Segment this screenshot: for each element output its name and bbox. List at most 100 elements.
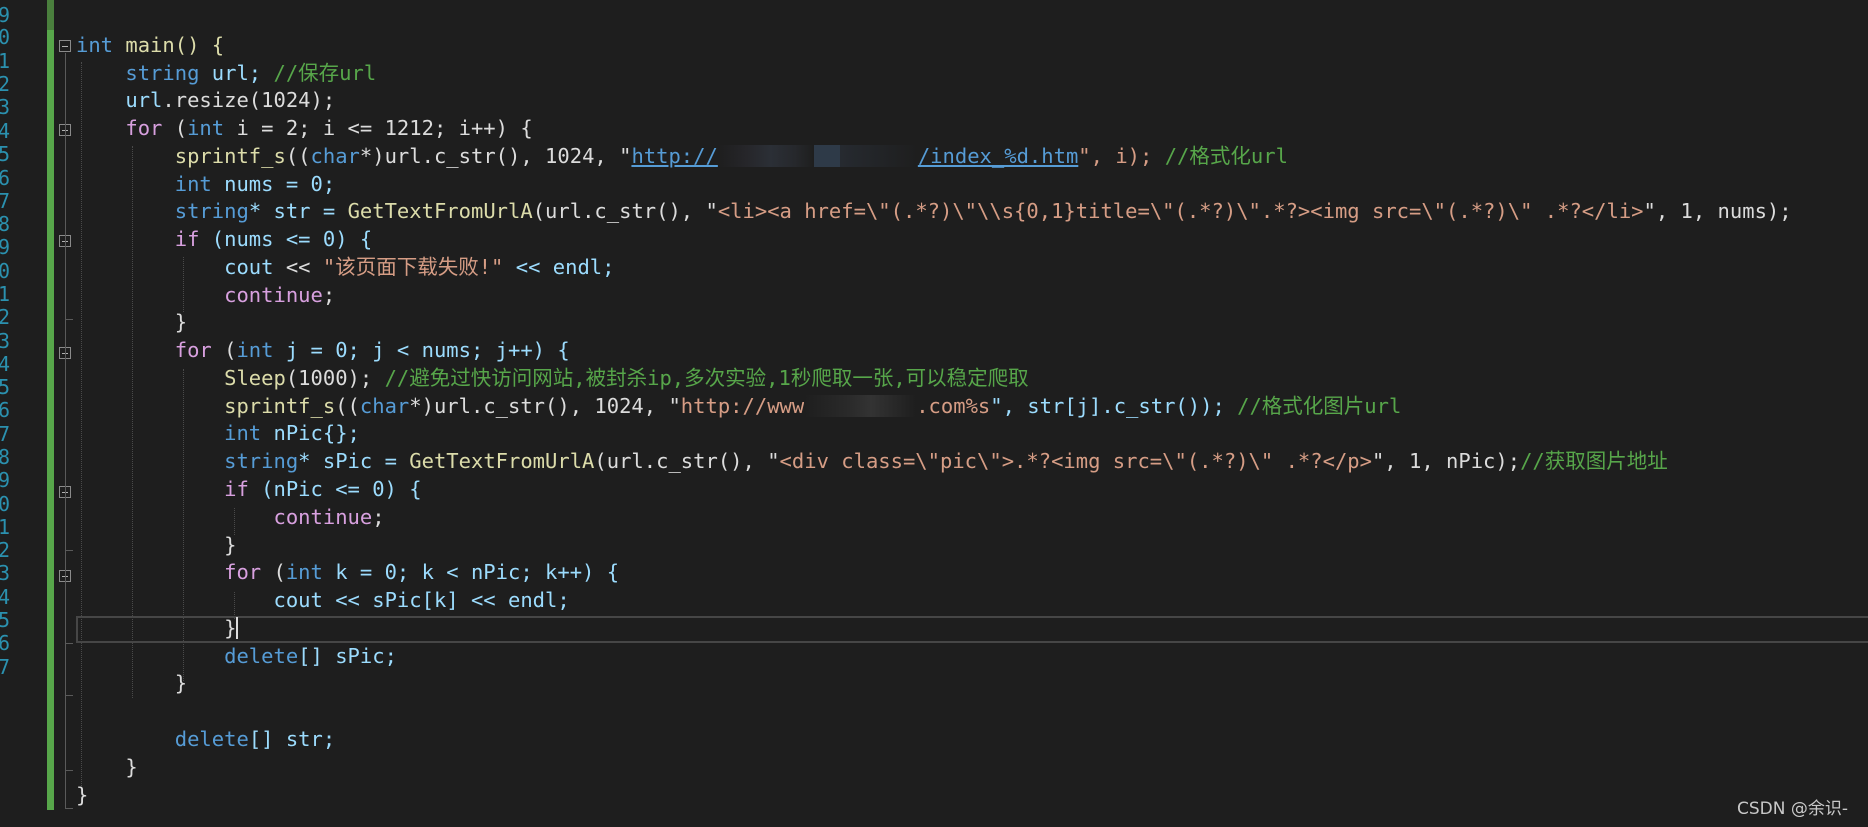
code-text: [] str; xyxy=(248,727,336,751)
code-editor[interactable]: 9 0 1 2 3 4 5 6 7 8 9 0 1 2 3 4 5 6 7 8 … xyxy=(0,0,1868,827)
code-line[interactable]: for (int k = 0; k < nPic; k++) { xyxy=(76,559,619,587)
code-line[interactable]: sprintf_s((char*)url.c_str(), 1024, "htt… xyxy=(76,143,1288,171)
code-text: k = 0; k < nPic; k++) { xyxy=(322,560,620,584)
keyword: int xyxy=(224,421,262,445)
comment: //格式化url xyxy=(1164,144,1288,168)
code-line[interactable]: for (int j = 0; j < nums; j++) { xyxy=(76,337,570,365)
code-text: ( xyxy=(261,560,286,584)
code-line[interactable]: int main() { xyxy=(76,32,224,60)
function: sprintf_s xyxy=(224,394,336,418)
code-line[interactable]: delete[] sPic; xyxy=(76,643,397,671)
watermark: CSDN @余识- xyxy=(1736,799,1848,819)
keyword: for xyxy=(125,116,163,140)
code-text: (url.c_str(), " xyxy=(532,199,718,223)
code-text: } xyxy=(224,533,237,557)
keyword: if xyxy=(224,477,249,501)
keyword: int xyxy=(187,116,225,140)
code-line[interactable]: string url; //保存url xyxy=(76,60,376,88)
code-text: (( xyxy=(335,394,360,418)
code-line[interactable]: int nPic{}; xyxy=(76,420,360,448)
variable: cout xyxy=(273,588,323,612)
outline-end xyxy=(65,770,73,771)
keyword: continue xyxy=(273,505,373,529)
string-literal: <div class=\"pic\">.*?<img src=\"(.*?)\"… xyxy=(779,449,1372,473)
code-text: ", 1, nums); xyxy=(1643,199,1792,223)
code-line[interactable]: } xyxy=(76,532,236,560)
keyword: string xyxy=(125,61,200,85)
code-line[interactable]: } xyxy=(76,309,187,337)
keyword: int xyxy=(236,338,274,362)
keyword: char xyxy=(310,144,360,168)
code-text: (( xyxy=(285,144,311,168)
code-line[interactable]: if (nPic <= 0) { xyxy=(76,476,422,504)
keyword: string xyxy=(224,449,299,473)
code-text: << endl; xyxy=(503,255,615,279)
code-line[interactable]: Sleep(1000); //避免过快访问网站,被封杀ip,多次实验,1秒爬取一… xyxy=(76,365,1029,393)
code-line[interactable]: string* sPic = GetTextFromUrlA(url.c_str… xyxy=(76,448,1668,476)
string-literal: http://www xyxy=(680,394,805,418)
code-line[interactable]: int nums = 0; xyxy=(76,171,335,199)
code-text: (url.c_str(), " xyxy=(594,449,780,473)
code-text: ; xyxy=(372,505,385,529)
code-text: .resize(1024); xyxy=(162,88,336,112)
outline-end xyxy=(65,643,73,644)
code-text: nums = 0; xyxy=(211,172,336,196)
string-literal: ", i); xyxy=(1078,144,1165,168)
code-line[interactable]: for (int i = 2; i <= 1212; i++) { xyxy=(76,115,533,143)
code-text: ( xyxy=(211,338,237,362)
code-text: (1000); xyxy=(285,366,385,390)
comment: //避免过快访问网站,被封杀ip,多次实验,1秒爬取一张,可以稳定爬取 xyxy=(384,366,1029,390)
keyword: for xyxy=(174,338,212,362)
code-text: } xyxy=(76,783,89,807)
code-line[interactable]: delete[] str; xyxy=(76,726,335,754)
code-line[interactable]: } xyxy=(76,670,187,698)
code-text: j = 0; j < nums; j++) { xyxy=(273,338,570,362)
code-line[interactable]: continue; xyxy=(76,504,385,532)
code-line[interactable]: cout << sPic[k] << endl; xyxy=(76,587,570,615)
code-text: main() { xyxy=(113,33,225,57)
code-text: } xyxy=(125,755,138,779)
code-text: (nPic <= 0) { xyxy=(248,477,422,501)
redacted-region xyxy=(717,145,814,167)
code-line[interactable]: continue; xyxy=(76,282,335,310)
code-text: << xyxy=(273,255,323,279)
comment: //获取图片地址 xyxy=(1520,449,1668,473)
code-line[interactable]: } xyxy=(76,754,138,782)
text-caret xyxy=(236,617,239,639)
string-literal: "该页面下载失败!" xyxy=(322,255,504,279)
function: Sleep xyxy=(224,366,286,390)
current-line-highlight xyxy=(76,616,1868,643)
code-text: } xyxy=(174,310,188,334)
collapse-icon[interactable] xyxy=(59,40,71,52)
code-text: *)url.c_str(), 1024, " xyxy=(409,394,681,418)
code-text: << sPic[k] << endl; xyxy=(322,588,570,612)
code-text: nPic{}; xyxy=(261,421,360,445)
string-literal: .com%s xyxy=(916,394,991,418)
line-number: 7 xyxy=(0,655,11,679)
code-line[interactable]: url.resize(1024); xyxy=(76,87,335,115)
keyword: delete xyxy=(224,644,299,668)
outline-end xyxy=(65,550,73,551)
url-link[interactable]: /index_%d.htm xyxy=(918,144,1078,168)
variable: cout xyxy=(224,255,274,279)
keyword: delete xyxy=(174,727,249,751)
code-line[interactable]: cout << "该页面下载失败!" << endl; xyxy=(76,254,614,282)
comment: //格式化图片url xyxy=(1237,394,1402,418)
url-link[interactable]: http:// xyxy=(631,144,717,168)
change-tracking-bar xyxy=(47,0,54,810)
function: GetTextFromUrlA xyxy=(409,449,595,473)
code-line[interactable]: string* str = GetTextFromUrlA(url.c_str(… xyxy=(76,198,1792,226)
function: sprintf_s xyxy=(174,144,286,168)
code-line[interactable]: sprintf_s((char*)url.c_str(), 1024, "htt… xyxy=(76,393,1401,421)
code-text: } xyxy=(174,671,188,695)
variable: url xyxy=(125,88,163,112)
change-tracking-bar-top xyxy=(47,0,54,30)
code-text: i = 2; i <= 1212; i++) { xyxy=(224,116,533,140)
code-text: * sPic = xyxy=(298,449,410,473)
code-line-current[interactable]: } xyxy=(76,615,239,643)
code-line[interactable]: } xyxy=(76,782,88,810)
function: GetTextFromUrlA xyxy=(347,199,533,223)
keyword: char xyxy=(359,394,410,418)
code-line[interactable]: if (nums <= 0) { xyxy=(76,226,372,254)
code-text: *)url.c_str(), 1024, " xyxy=(359,144,632,168)
